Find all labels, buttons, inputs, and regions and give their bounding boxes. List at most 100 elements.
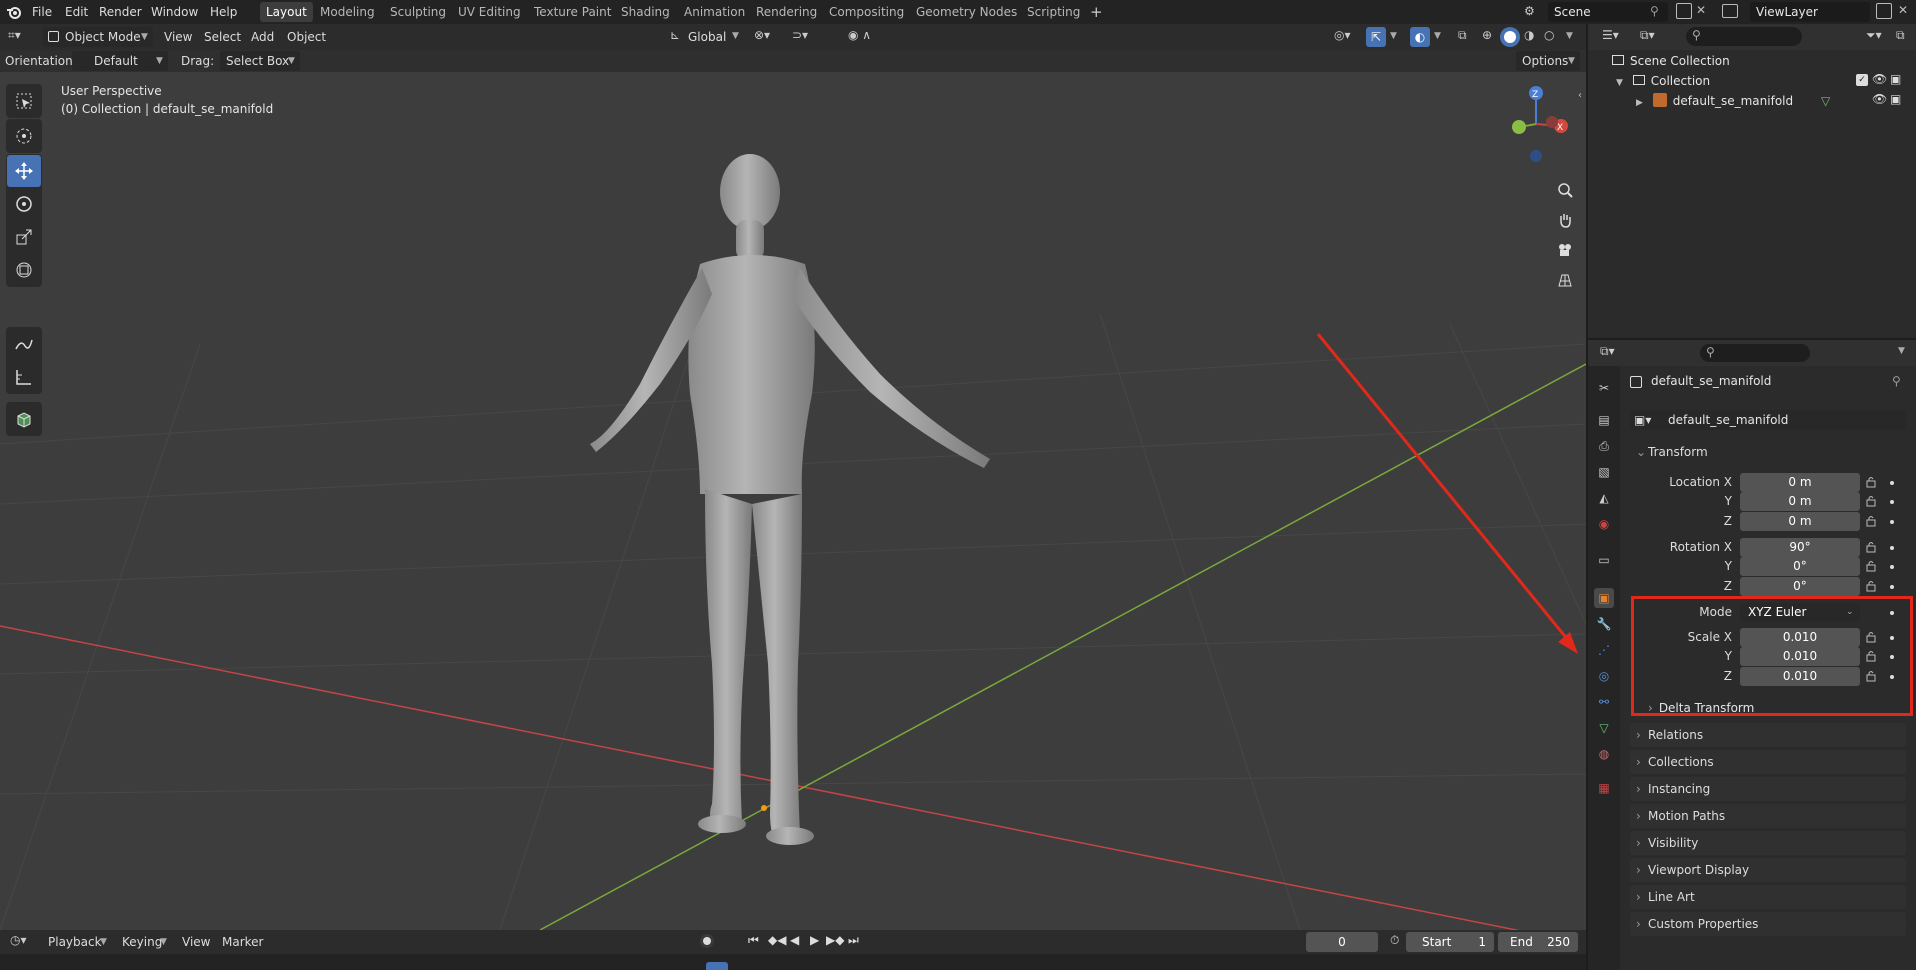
editor-type-icon[interactable]: ◷▾ bbox=[10, 933, 27, 947]
tab-uv-editing[interactable]: UV Editing bbox=[452, 2, 527, 22]
rotate-tool-icon[interactable] bbox=[7, 188, 41, 220]
camera-icon[interactable]: ▣ bbox=[1890, 72, 1901, 86]
panel-visibility[interactable]: › Visibility bbox=[1630, 831, 1906, 855]
editor-type-icon[interactable]: ⌗▾ bbox=[8, 28, 36, 46]
menu-playback[interactable]: Playback bbox=[48, 932, 102, 952]
eye-icon[interactable]: 👁 bbox=[1872, 92, 1887, 106]
move-tool-icon[interactable] bbox=[7, 155, 41, 187]
rotation-y-field[interactable]: 0° bbox=[1740, 557, 1860, 576]
menu-edit[interactable]: Edit bbox=[62, 3, 91, 21]
keyframe-dot-icon[interactable] bbox=[1890, 481, 1894, 485]
outliner-scene-collection[interactable]: Scene Collection bbox=[1612, 52, 1730, 70]
new-collection-icon[interactable]: ⧉ bbox=[1896, 28, 1905, 43]
drag-dropdown[interactable]: Select Box ▼ bbox=[220, 51, 300, 71]
panel-line-art[interactable]: › Line Art bbox=[1630, 885, 1906, 909]
location-y-field[interactable]: 0 m bbox=[1740, 492, 1860, 511]
data-tab-icon[interactable]: ▽ bbox=[1594, 718, 1614, 738]
display-mode-icon[interactable]: ⧉▾ bbox=[1640, 28, 1655, 43]
world-tab-icon[interactable]: ◉ bbox=[1594, 514, 1614, 534]
blender-logo-icon[interactable] bbox=[6, 4, 22, 20]
chevron-down-icon[interactable]: ▼ bbox=[1390, 31, 1397, 41]
view-layer-icon[interactable] bbox=[1722, 4, 1738, 18]
output-tab-icon[interactable]: ⎙ bbox=[1594, 436, 1614, 456]
tab-geometry-nodes[interactable]: Geometry Nodes bbox=[910, 2, 1023, 22]
add-workspace-icon[interactable]: + bbox=[1084, 2, 1109, 22]
pin-icon[interactable]: ⚲ bbox=[1650, 4, 1659, 18]
lock-icon[interactable] bbox=[1866, 515, 1878, 527]
tab-compositing[interactable]: Compositing bbox=[823, 2, 910, 22]
properties-search-input[interactable]: ⚲ bbox=[1700, 344, 1810, 362]
menu-add[interactable]: Add bbox=[251, 27, 274, 47]
tab-scripting[interactable]: Scripting bbox=[1021, 2, 1086, 22]
menu-marker[interactable]: Marker bbox=[222, 932, 263, 952]
lock-icon[interactable] bbox=[1866, 541, 1878, 553]
play-reverse-icon[interactable]: ◀ bbox=[790, 933, 799, 947]
jump-start-icon[interactable]: ⏮ bbox=[748, 933, 759, 948]
solid-shading-icon[interactable] bbox=[1500, 27, 1520, 47]
filter-icon[interactable]: ⏷▾ bbox=[1866, 28, 1882, 43]
frame-end-field[interactable]: End 250 bbox=[1498, 932, 1578, 952]
panel-relations[interactable]: › Relations bbox=[1630, 723, 1906, 747]
playhead-marker[interactable] bbox=[706, 962, 728, 970]
object-tab-icon[interactable]: ▣ bbox=[1594, 588, 1614, 608]
menu-keying[interactable]: Keying bbox=[122, 932, 162, 952]
object-name-input[interactable]: default_se_manifold bbox=[1660, 410, 1906, 430]
material-shading-icon[interactable]: ◑ bbox=[1524, 28, 1534, 42]
camera-view-icon[interactable] bbox=[1552, 237, 1578, 263]
scene-icon[interactable]: ⚙ bbox=[1524, 4, 1540, 20]
panel-instancing[interactable]: › Instancing bbox=[1630, 777, 1906, 801]
transform-panel-header[interactable]: ⌄ Transform bbox=[1630, 440, 1906, 464]
zoom-icon[interactable] bbox=[1552, 177, 1578, 203]
new-scene-icon[interactable] bbox=[1676, 3, 1692, 19]
render-tab-icon[interactable]: ▤ bbox=[1594, 410, 1614, 430]
object-datablock-selector[interactable]: ▣▾ bbox=[1630, 410, 1660, 430]
collection-tab-icon[interactable]: ▭ bbox=[1594, 550, 1614, 570]
keyframe-dot-icon[interactable] bbox=[1890, 585, 1894, 589]
transform-tool-icon[interactable] bbox=[7, 254, 41, 286]
current-frame-field[interactable]: 0 bbox=[1306, 932, 1378, 952]
physics-tab-icon[interactable]: ◎ bbox=[1594, 666, 1614, 686]
delete-view-layer-icon[interactable]: ✕ bbox=[1898, 3, 1908, 17]
tab-texture-paint[interactable]: Texture Paint bbox=[528, 2, 617, 22]
lock-icon[interactable] bbox=[1866, 580, 1878, 592]
exclude-checkbox[interactable]: ✓ bbox=[1856, 74, 1868, 86]
chevron-down-icon[interactable]: ▼ bbox=[1566, 31, 1573, 41]
3d-viewport[interactable]: Z X User Perspective (0) Collection | de… bbox=[0, 24, 1586, 930]
tab-sculpting[interactable]: Sculpting bbox=[384, 2, 452, 22]
editor-type-icon[interactable]: ☰▾ bbox=[1602, 28, 1619, 42]
navigation-gizmo[interactable]: Z X bbox=[1512, 86, 1568, 162]
pivot-point-icon[interactable]: ⊗▾ bbox=[754, 28, 770, 42]
panel-collections[interactable]: › Collections bbox=[1630, 750, 1906, 774]
human-mesh[interactable] bbox=[590, 154, 990, 845]
select-box-tool-icon[interactable] bbox=[7, 85, 41, 117]
rotation-z-field[interactable]: 0° bbox=[1740, 577, 1860, 596]
mode-dropdown[interactable]: Object Mode ▼ bbox=[43, 27, 153, 47]
stopwatch-icon[interactable]: ⏱ bbox=[1390, 933, 1399, 948]
scale-tool-icon[interactable] bbox=[7, 221, 41, 253]
keyframe-dot-icon[interactable] bbox=[1890, 546, 1894, 550]
tool-tab-icon[interactable]: ✂ bbox=[1594, 378, 1614, 398]
tab-shading[interactable]: Shading bbox=[615, 2, 676, 22]
keyframe-dot-icon[interactable] bbox=[1890, 500, 1894, 504]
wireframe-shading-icon[interactable]: ⊕ bbox=[1482, 28, 1492, 42]
menu-select[interactable]: Select bbox=[204, 27, 241, 47]
new-view-layer-icon[interactable] bbox=[1876, 3, 1892, 19]
menu-object[interactable]: Object bbox=[287, 27, 326, 47]
prev-keyframe-icon[interactable]: ◆◀ bbox=[768, 933, 786, 947]
lock-icon[interactable] bbox=[1866, 495, 1878, 507]
overlay-toggle-icon[interactable]: ◐ bbox=[1410, 27, 1430, 47]
modifier-tab-icon[interactable]: 🔧 bbox=[1594, 614, 1614, 634]
outliner-object-row[interactable]: ▶ default_se_manifold ▽ bbox=[1636, 92, 1830, 110]
visibility-icon[interactable]: ◎▾ bbox=[1334, 28, 1351, 42]
menu-window[interactable]: Window bbox=[148, 3, 201, 21]
transform-orientation-dropdown[interactable]: Global bbox=[688, 27, 726, 47]
particles-tab-icon[interactable]: ⋰ bbox=[1594, 640, 1614, 660]
delete-scene-icon[interactable]: ✕ bbox=[1696, 3, 1706, 17]
constraints-tab-icon[interactable]: ⚯ bbox=[1594, 692, 1614, 712]
annotate-tool-icon[interactable] bbox=[7, 328, 41, 360]
tab-modeling[interactable]: Modeling bbox=[314, 2, 381, 22]
scene-tab-icon[interactable]: ◭ bbox=[1594, 488, 1614, 508]
options-dropdown[interactable]: Options ▼ bbox=[1516, 51, 1580, 71]
view-layer-tab-icon[interactable]: ▧ bbox=[1594, 462, 1614, 482]
eye-icon[interactable]: 👁 bbox=[1872, 72, 1887, 86]
